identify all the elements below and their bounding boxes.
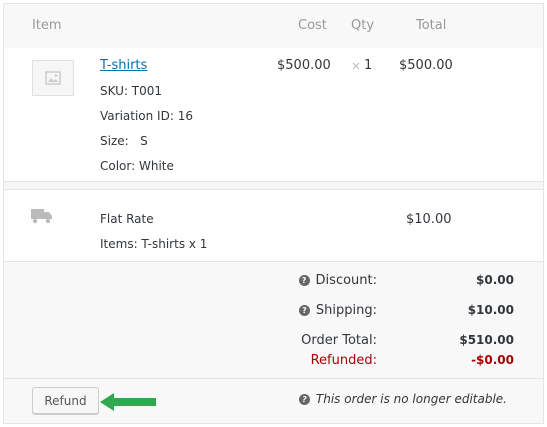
product-sku: SKU: T001 (100, 84, 163, 98)
product-size: Size: S (100, 134, 148, 148)
line-item-qty: 1 (364, 58, 373, 73)
image-placeholder-icon (32, 60, 74, 96)
column-header-item: Item (32, 18, 62, 33)
line-item-cost: $500.00 (277, 58, 331, 73)
order-actions-footer: Refund ? This order is no longer editable… (4, 379, 543, 423)
refunded-row: Refunded: -$0.00 (4, 353, 543, 373)
shipping-value: $10.00 (467, 303, 514, 317)
column-header-qty: Qty (351, 18, 375, 33)
column-header-cost: Cost (298, 18, 327, 33)
times-icon: × (351, 59, 362, 73)
shipping-total-row: ? Shipping: $10.00 (4, 303, 543, 323)
refund-button[interactable]: Refund (32, 387, 99, 414)
line-item-total: $500.00 (399, 58, 453, 73)
discount-label: ? Discount: (298, 273, 377, 288)
items-table-header: Item Cost Qty Total (4, 4, 543, 48)
shipping-row: Flat Rate Items: T-shirts x 1 $10.00 (4, 190, 543, 261)
shipping-label: ? Shipping: (298, 303, 377, 318)
discount-value: $0.00 (476, 273, 514, 287)
refunded-value: -$0.00 (471, 353, 514, 367)
product-link-tshirts[interactable]: T-shirts (100, 58, 147, 73)
order-total-row: Order Total: $510.00 (4, 333, 543, 353)
not-editable-text: This order is no longer editable. (315, 392, 507, 406)
discount-label-text: Discount: (315, 273, 377, 288)
shipping-label-text: Shipping: (315, 303, 377, 318)
product-variation-id: Variation ID: 16 (100, 109, 193, 123)
refunded-label: Refunded: (310, 353, 377, 368)
section-gap (4, 182, 543, 189)
order-totals: ? Discount: $0.00 ? Shipping: $10.00 Order… (4, 262, 543, 378)
order-total-value: $510.00 (459, 333, 514, 347)
shipping-items: Items: T-shirts x 1 (100, 237, 208, 251)
truck-icon (31, 209, 52, 224)
question-circle-icon[interactable]: ? (298, 275, 310, 286)
not-editable-notice: ? This order is no longer editable. (298, 392, 507, 406)
shipping-total: $10.00 (406, 212, 452, 227)
question-circle-icon[interactable]: ? (298, 394, 310, 405)
shipping-method-name: Flat Rate (100, 212, 154, 226)
order-total-label: Order Total: (301, 333, 377, 348)
discount-row: ? Discount: $0.00 (4, 273, 543, 293)
column-header-total: Total (416, 18, 447, 33)
arrow-left-icon (100, 393, 156, 411)
order-items-panel: Item Cost Qty Total T-shirts SKU: T001 V… (3, 3, 544, 424)
product-color: Color: White (100, 159, 174, 173)
question-circle-icon[interactable]: ? (298, 305, 310, 316)
line-item-row: T-shirts SKU: T001 Variation ID: 16 Size… (4, 48, 543, 181)
